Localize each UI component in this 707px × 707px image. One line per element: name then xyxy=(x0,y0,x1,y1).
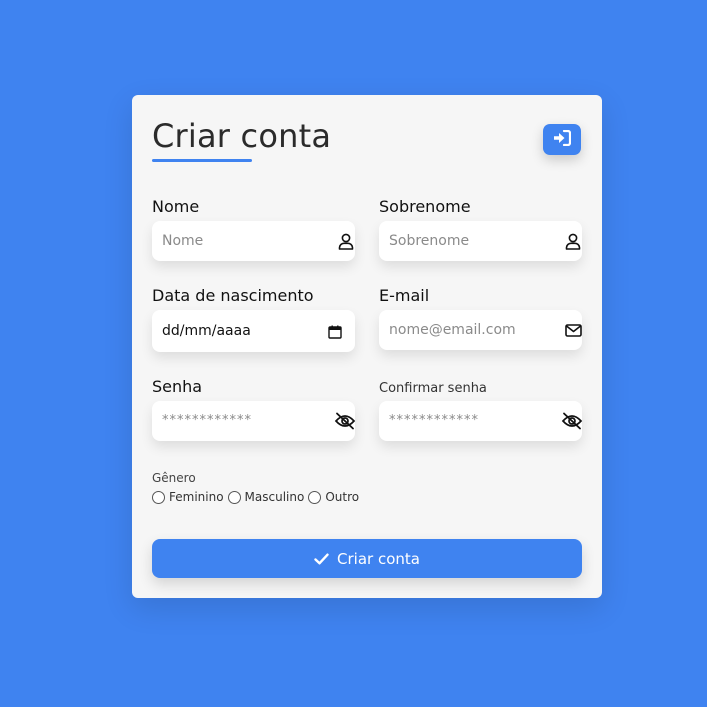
first-name-input[interactable]: Nome xyxy=(152,221,355,261)
user-icon xyxy=(564,232,582,250)
confirm-password-input[interactable]: ************ xyxy=(379,401,583,441)
email-input[interactable]: nome@email.com xyxy=(379,310,582,350)
birthdate-input[interactable]: dd/mm/aaaa xyxy=(152,310,355,352)
first-name-field: Nome Nome xyxy=(152,197,355,261)
last-name-input[interactable]: Sobrenome xyxy=(379,221,582,261)
gender-label: Gênero xyxy=(152,471,196,485)
birthdate-field: Data de nascimento dd/mm/aaaa xyxy=(152,286,355,352)
gender-option-feminino[interactable]: Feminino xyxy=(152,490,224,504)
password-input[interactable]: ************ xyxy=(152,401,356,441)
eye-slash-icon[interactable] xyxy=(561,412,583,430)
password-placeholder: ************ xyxy=(162,413,252,428)
last-name-label: Sobrenome xyxy=(379,197,471,216)
gender-option-outro[interactable]: Outro xyxy=(308,490,359,504)
calendar-icon[interactable] xyxy=(326,323,344,341)
envelope-icon xyxy=(564,321,582,339)
gender-options: Feminino Masculino Outro xyxy=(152,490,363,504)
eye-slash-icon[interactable] xyxy=(334,412,356,430)
email-label: E-mail xyxy=(379,286,430,305)
confirm-password-label: Confirmar senha xyxy=(379,381,487,396)
gender-option-masculino[interactable]: Masculino xyxy=(227,490,305,504)
title-underline xyxy=(152,159,252,162)
page-title: Criar conta xyxy=(152,117,332,155)
gender-option-label: Outro xyxy=(325,490,360,504)
first-name-label: Nome xyxy=(152,197,200,216)
create-account-button[interactable]: Criar conta xyxy=(152,539,582,578)
sign-in-icon xyxy=(553,129,572,150)
birthdate-value: dd/mm/aaaa xyxy=(162,323,251,339)
last-name-field: Sobrenome Sobrenome xyxy=(379,197,582,261)
signup-card: Criar conta Nome Nome Sobrenome Sobrenom… xyxy=(132,95,602,598)
email-field: E-mail nome@email.com xyxy=(379,286,582,350)
user-icon xyxy=(337,232,355,250)
password-field: Senha ************ xyxy=(152,377,356,441)
create-account-label: Criar conta xyxy=(337,549,420,568)
first-name-placeholder: Nome xyxy=(162,233,204,249)
confirm-password-field: Confirmar senha ************ xyxy=(379,377,583,441)
email-placeholder: nome@email.com xyxy=(389,322,516,338)
birthdate-label: Data de nascimento xyxy=(152,286,314,305)
login-button[interactable] xyxy=(543,124,581,155)
check-icon xyxy=(314,553,329,565)
radio-button[interactable] xyxy=(308,490,322,504)
last-name-placeholder: Sobrenome xyxy=(389,233,470,249)
confirm-password-placeholder: ************ xyxy=(389,413,479,428)
radio-button[interactable] xyxy=(227,490,241,504)
gender-option-label: Masculino xyxy=(244,490,305,504)
radio-button[interactable] xyxy=(152,490,165,504)
gender-option-label: Feminino xyxy=(169,490,224,504)
password-label: Senha xyxy=(152,377,203,396)
